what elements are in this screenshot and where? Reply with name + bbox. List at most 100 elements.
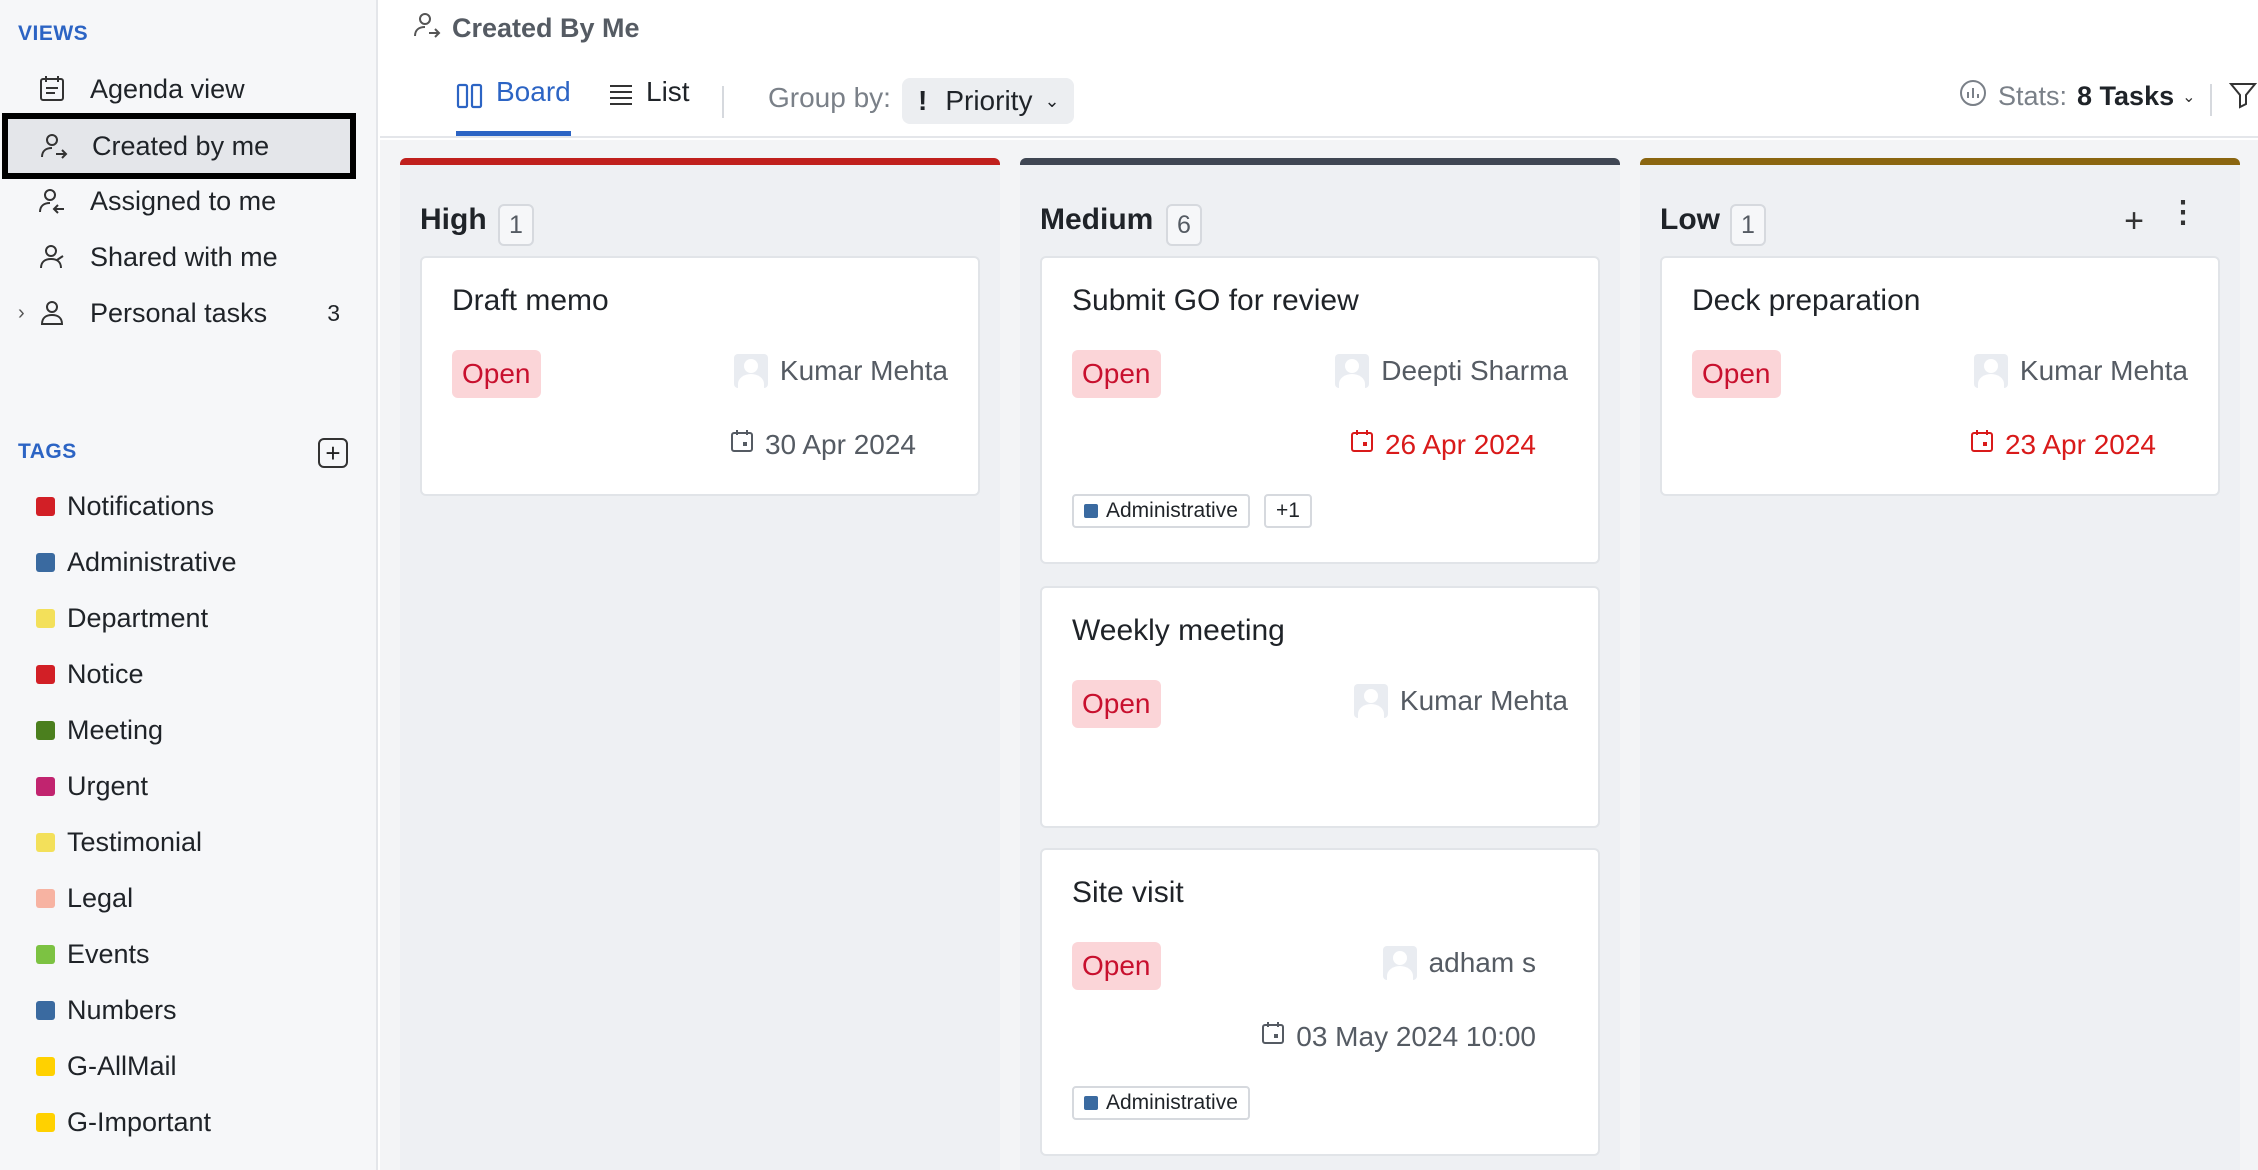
stats-label: Stats: (1998, 81, 2068, 111)
filter-icon[interactable] (2228, 80, 2258, 115)
group-by-label: Group by: (768, 82, 891, 113)
tab-label: Board (496, 76, 571, 107)
user-shared-icon (34, 239, 70, 275)
status-badge[interactable]: Open (1072, 350, 1161, 398)
status-badge[interactable]: Open (1072, 942, 1161, 990)
tag-chip[interactable]: Administrative (1072, 494, 1250, 528)
sidebar: VIEWS Agenda view Created by me Assigned… (0, 0, 378, 1170)
sidebar-item-personal-tasks[interactable]: › Personal tasks 3 (4, 286, 354, 340)
tag-color-swatch (36, 944, 55, 964)
status-badge[interactable]: Open (1072, 680, 1161, 728)
assignee[interactable]: adham s (1382, 946, 1536, 980)
avatar (733, 354, 768, 388)
tag-chip-label: Administrative (1106, 499, 1238, 522)
tag-color-swatch (36, 496, 55, 516)
assignee-name: Kumar Mehta (1399, 685, 1568, 716)
status-badge[interactable]: Open (452, 350, 541, 398)
task-title: Deck preparation (1692, 284, 1921, 317)
more-tags-chip[interactable]: +1 (1264, 494, 1312, 528)
tag-label: Department (67, 602, 209, 633)
assignee[interactable]: Kumar Mehta (1973, 354, 2188, 388)
tag-label: G-Important (67, 1106, 212, 1137)
tag-color-swatch (36, 552, 55, 572)
tag-item[interactable]: Legal (36, 878, 133, 918)
tags-section-title: TAGS (18, 440, 77, 463)
tag-label: Notifications (67, 490, 215, 521)
tag-label: Administrative (67, 546, 237, 577)
task-title: Weekly meeting (1072, 614, 1285, 647)
tag-color-swatch (36, 608, 55, 628)
status-badge[interactable]: Open (1692, 350, 1781, 398)
due-date[interactable]: 30 Apr 2024 (729, 428, 916, 461)
column-high: High 1 Draft memo Open Kumar Mehta 30 Ap… (400, 158, 1000, 1170)
due-date[interactable]: 26 Apr 2024 (1349, 428, 1536, 461)
tag-color-swatch (36, 888, 55, 908)
assignee[interactable]: Deepti Sharma (1335, 354, 1568, 388)
assignee-name: Kumar Mehta (2019, 355, 2188, 386)
tag-color-swatch (36, 664, 55, 684)
divider (2210, 84, 2212, 116)
more-options-icon[interactable]: ⋮ (2168, 198, 2198, 228)
page-title: Created By Me (412, 10, 640, 47)
agenda-icon (34, 71, 70, 107)
sidebar-item-shared-with-me[interactable]: Shared with me (4, 230, 354, 284)
tag-item[interactable]: Department (36, 598, 208, 638)
tag-item[interactable]: Testimonial (36, 822, 202, 862)
due-date-text: 23 Apr 2024 (2004, 428, 2156, 460)
add-task-button[interactable]: + (2124, 202, 2144, 241)
calendar-icon (1969, 428, 1995, 461)
task-card[interactable]: Site visit Open adham s 03 May 2024 10:0… (1040, 848, 1600, 1156)
tag-item[interactable]: Notifications (36, 486, 214, 526)
tag-label: Urgent (67, 770, 149, 801)
column-count: 1 (498, 204, 534, 246)
chevron-down-icon: ⌄ (1044, 90, 1060, 111)
stats-dropdown[interactable]: Stats: 8 Tasks ⌄ (1958, 78, 2196, 115)
tag-label: Testimonial (67, 826, 203, 857)
assignee[interactable]: Kumar Mehta (733, 354, 948, 388)
tag-item[interactable]: Numbers (36, 990, 177, 1030)
column-color-bar (1020, 158, 1620, 165)
due-date-text: 26 Apr 2024 (1384, 428, 1536, 460)
task-card[interactable]: Weekly meeting Open Kumar Mehta (1040, 586, 1600, 828)
tab-label: List (646, 76, 690, 107)
tag-item[interactable]: Administrative (36, 542, 237, 582)
tab-board[interactable]: Board (456, 76, 571, 136)
tag-label: Numbers (67, 994, 177, 1025)
sidebar-item-created-by-me[interactable]: Created by me (2, 113, 356, 179)
tag-label: G-AllMail (67, 1050, 177, 1081)
tag-label: Meeting (67, 714, 164, 745)
tag-item[interactable]: Urgent (36, 766, 148, 806)
tag-item[interactable]: G-AllMail (36, 1046, 177, 1086)
add-tag-button[interactable]: + (318, 438, 348, 468)
avatar (1335, 354, 1370, 388)
task-card[interactable]: Submit GO for review Open Deepti Sharma … (1040, 256, 1600, 564)
tag-item[interactable]: Meeting (36, 710, 163, 750)
column-title: Low (1660, 203, 1720, 236)
task-card[interactable]: Draft memo Open Kumar Mehta 30 Apr 2024 (420, 256, 980, 496)
group-by-dropdown[interactable]: ! Priority ⌄ (902, 78, 1074, 124)
due-date-text: 30 Apr 2024 (764, 428, 916, 460)
task-title: Draft memo (452, 284, 609, 317)
tag-item[interactable]: Events (36, 934, 150, 974)
column-color-bar (1640, 158, 2240, 165)
due-date[interactable]: 23 Apr 2024 (1969, 428, 2156, 461)
chevron-right-icon[interactable]: › (18, 302, 25, 325)
tab-list[interactable]: List (608, 76, 690, 136)
sidebar-item-agenda-view[interactable]: Agenda view (4, 62, 354, 116)
assignee-name: Deepti Sharma (1381, 355, 1568, 386)
assignee-name: adham s (1428, 947, 1536, 978)
task-card[interactable]: Deck preparation Open Kumar Mehta 23 Apr… (1660, 256, 2220, 496)
sidebar-item-assigned-to-me[interactable]: Assigned to me (4, 174, 354, 228)
tag-chip[interactable]: Administrative (1072, 1086, 1250, 1120)
assignee[interactable]: Kumar Mehta (1353, 684, 1568, 718)
column-title: High (420, 203, 487, 236)
column-title: Medium (1040, 203, 1154, 236)
tag-item[interactable]: G-Important (36, 1102, 211, 1142)
due-date-text: 03 May 2024 10:00 (1296, 1020, 1536, 1052)
divider (722, 86, 724, 118)
tag-color-swatch (36, 832, 55, 852)
priority-icon: ! (918, 85, 928, 116)
tag-color-swatch (36, 1056, 55, 1076)
due-date[interactable]: 03 May 2024 10:00 (1260, 1020, 1536, 1053)
tag-item[interactable]: Notice (36, 654, 144, 694)
